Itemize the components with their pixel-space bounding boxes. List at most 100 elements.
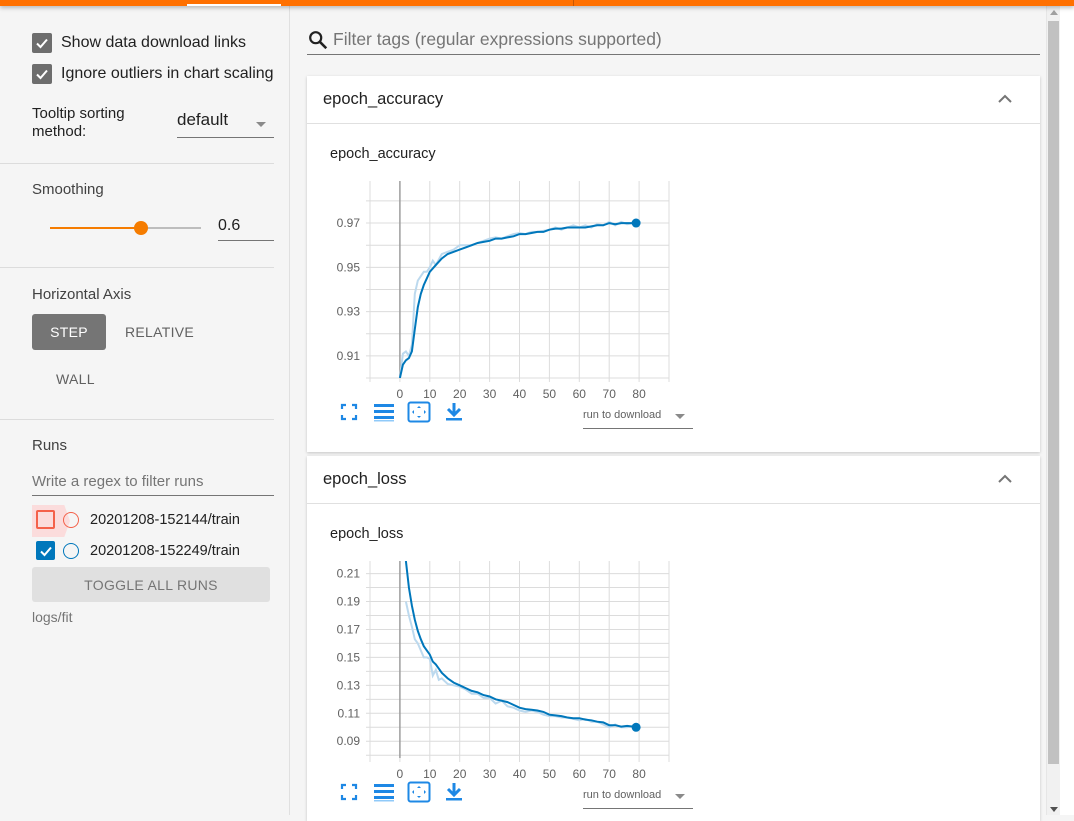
axis-step-button[interactable]: STEP bbox=[32, 314, 106, 350]
x-tick-label: 30 bbox=[483, 767, 497, 781]
x-tick-label: 80 bbox=[632, 767, 646, 781]
run-checkbox-checked[interactable] bbox=[36, 541, 55, 560]
main-scrollbar[interactable] bbox=[1046, 6, 1060, 815]
chevron-up-icon[interactable] bbox=[998, 94, 1012, 104]
sidebar: Show data download links Ignore outliers… bbox=[0, 6, 290, 815]
x-tick-label: 10 bbox=[423, 387, 437, 401]
run-name: 20201208-152249/train bbox=[90, 542, 240, 559]
scroll-down-arrow-icon[interactable] bbox=[1050, 807, 1058, 812]
run-item[interactable]: 20201208-152144/train bbox=[32, 505, 240, 537]
toggle-all-runs-button[interactable]: TOGGLE ALL RUNS bbox=[32, 567, 270, 602]
search-icon bbox=[309, 30, 328, 49]
card-epoch-loss: epoch_loss epoch_loss 0.09 0.11 0.13 0.15 0.… bbox=[307, 456, 1040, 821]
y-tick-label: 0.11 bbox=[338, 706, 361, 720]
x-tick-label: 60 bbox=[573, 387, 587, 401]
tooltip-sorting-select[interactable]: default bbox=[177, 110, 274, 138]
x-tick-label: 0 bbox=[397, 767, 404, 781]
scroll-up-arrow-icon[interactable] bbox=[1050, 10, 1058, 15]
run-color-circle-icon bbox=[63, 511, 79, 528]
download-icon[interactable] bbox=[442, 780, 466, 804]
x-tick-label: 70 bbox=[603, 387, 617, 401]
card-header[interactable]: epoch_loss bbox=[307, 456, 1040, 504]
toggle-log-scale-icon[interactable] bbox=[372, 780, 396, 804]
tooltip-sorting-label: Tooltip sorting method: bbox=[32, 105, 125, 140]
fit-domain-icon[interactable] bbox=[407, 400, 431, 424]
x-tick-label: 50 bbox=[543, 767, 557, 781]
accuracy-chart[interactable]: 0.91 0.93 0.95 0.97 0 10 20 30 40 50 60 70 80 bbox=[307, 171, 707, 401]
smoothing-slider-thumb[interactable] bbox=[133, 221, 148, 235]
horizontal-axis-title: Horizontal Axis bbox=[32, 286, 132, 303]
x-tick-label: 80 bbox=[632, 387, 646, 401]
run-checkbox-unchecked[interactable] bbox=[36, 510, 55, 529]
run-to-download-select[interactable]: run to download bbox=[583, 403, 693, 429]
x-tick-label: 30 bbox=[483, 387, 497, 401]
tag-filter-placeholder: Filter tags (regular expressions support… bbox=[333, 29, 662, 49]
active-tab-indicator bbox=[187, 4, 281, 6]
runs-filter-input[interactable]: Write a regex to filter runs bbox=[32, 470, 274, 496]
download-icon[interactable] bbox=[442, 400, 466, 424]
page-gutter bbox=[1060, 6, 1074, 815]
card-title: epoch_accuracy bbox=[323, 90, 444, 108]
axis-relative-button[interactable]: RELATIVE bbox=[125, 324, 194, 340]
x-tick-label: 20 bbox=[453, 767, 467, 781]
y-tick-label: 0.09 bbox=[337, 734, 361, 748]
scrollbar-thumb[interactable] bbox=[1048, 21, 1059, 764]
dropdown-caret-icon bbox=[256, 121, 266, 127]
main-panel: Filter tags (regular expressions support… bbox=[290, 6, 1046, 821]
chart-title: epoch_accuracy bbox=[330, 146, 436, 162]
x-tick-label: 60 bbox=[573, 767, 587, 781]
run-to-download-select[interactable]: run to download bbox=[583, 783, 693, 809]
x-tick-label: 0 bbox=[397, 387, 404, 401]
x-tick-label: 10 bbox=[423, 767, 437, 781]
axis-wall-button[interactable]: WALL bbox=[56, 371, 95, 387]
chart-toolbar bbox=[337, 780, 477, 804]
dropdown-caret-icon bbox=[675, 414, 685, 419]
x-tick-label: 40 bbox=[513, 387, 527, 401]
fullscreen-icon[interactable] bbox=[337, 780, 361, 804]
toggle-log-scale-icon[interactable] bbox=[372, 400, 396, 424]
card-header[interactable]: epoch_accuracy bbox=[307, 76, 1040, 124]
card-epoch-accuracy: epoch_accuracy epoch_accuracy 0.91 0.93 0.… bbox=[307, 76, 1040, 452]
y-tick-label: 0.93 bbox=[337, 305, 361, 319]
y-tick-label: 0.15 bbox=[337, 650, 361, 664]
y-tick-label: 0.13 bbox=[337, 678, 361, 692]
loss-chart[interactable]: 0.09 0.11 0.13 0.15 0.17 0.19 0.21 0 10 20 30 40 50 6… bbox=[307, 551, 707, 781]
show-download-links-label: Show data download links bbox=[61, 34, 247, 51]
checkbox-checked-icon bbox=[32, 64, 52, 84]
run-color-circle-icon bbox=[63, 542, 79, 559]
run-name: 20201208-152144/train bbox=[90, 511, 240, 528]
chart-toolbar bbox=[337, 400, 477, 424]
run-to-download-label: run to download bbox=[583, 789, 662, 801]
chart-title: epoch_loss bbox=[330, 526, 404, 542]
smoothing-value-input[interactable]: 0.6 bbox=[218, 214, 274, 241]
x-tick-label: 50 bbox=[543, 387, 557, 401]
series-last-point bbox=[631, 722, 641, 732]
run-item[interactable]: 20201208-152249/train bbox=[32, 541, 240, 560]
runs-title: Runs bbox=[32, 437, 68, 454]
x-tick-label: 40 bbox=[513, 767, 527, 781]
checkbox-checked-icon bbox=[32, 33, 52, 53]
x-tick-label: 70 bbox=[603, 767, 617, 781]
y-tick-label: 0.19 bbox=[337, 595, 361, 609]
series-line-smoothed bbox=[404, 561, 637, 729]
run-to-download-label: run to download bbox=[583, 409, 662, 421]
ignore-outliers-checkbox[interactable]: Ignore outliers in chart scaling bbox=[32, 64, 274, 84]
tag-filter-input[interactable]: Filter tags (regular expressions support… bbox=[307, 25, 1040, 55]
chevron-up-icon[interactable] bbox=[998, 474, 1012, 484]
ignore-outliers-label: Ignore outliers in chart scaling bbox=[61, 65, 274, 82]
y-tick-label: 0.21 bbox=[337, 567, 361, 581]
x-tick-label: 20 bbox=[453, 387, 467, 401]
series-line-smoothed bbox=[398, 222, 637, 378]
dropdown-caret-icon bbox=[675, 794, 685, 799]
smoothing-title: Smoothing bbox=[32, 181, 104, 198]
fullscreen-icon[interactable] bbox=[337, 400, 361, 424]
toolbar-separator bbox=[573, 0, 574, 6]
fit-domain-icon[interactable] bbox=[407, 780, 431, 804]
top-app-bar bbox=[0, 0, 1074, 6]
show-download-links-checkbox[interactable]: Show data download links bbox=[32, 33, 274, 53]
y-tick-label: 0.17 bbox=[337, 622, 361, 636]
series-last-point bbox=[631, 218, 641, 228]
y-tick-label: 0.97 bbox=[337, 216, 361, 230]
y-tick-label: 0.91 bbox=[337, 349, 361, 363]
smoothing-slider[interactable] bbox=[50, 221, 201, 235]
